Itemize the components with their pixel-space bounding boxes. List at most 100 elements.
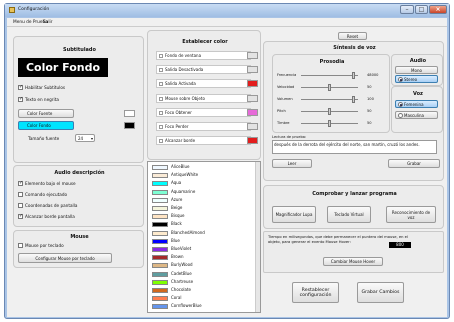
color-list-item[interactable]: CadetBlue xyxy=(150,271,250,278)
slider-thumb[interactable] xyxy=(328,84,331,91)
color-list-item[interactable]: Blue xyxy=(150,238,250,245)
reset-button[interactable]: Reset xyxy=(338,32,367,40)
elemento-bajo-mouse-checkbox[interactable] xyxy=(18,180,23,186)
slider-value: 100 xyxy=(367,97,374,101)
masculina-radio xyxy=(398,113,403,118)
femenina-radio xyxy=(398,102,403,107)
color-list-item[interactable]: Chartreuse xyxy=(150,279,250,286)
alcanzar-borde-label: Alcanzar borde pantalla xyxy=(25,214,75,219)
grabar-voz-button[interactable]: Grabar xyxy=(388,159,440,168)
color-fuente-button[interactable]: Color Fuente xyxy=(18,109,74,118)
teclado-virtual-button[interactable]: Teclado Virtual xyxy=(327,206,371,223)
color-list-label: BlueViolet xyxy=(171,246,192,251)
slider-thumb[interactable] xyxy=(328,108,331,115)
color-list-item[interactable]: AliceBlue xyxy=(150,164,250,171)
color-row-checkbox[interactable] xyxy=(159,125,163,129)
lectura-label: Lectura de prueba: xyxy=(272,135,307,139)
slider-thumb[interactable] xyxy=(328,120,331,127)
minimize-button[interactable]: – xyxy=(400,5,414,14)
mono-button[interactable]: Mono xyxy=(395,66,438,74)
color-list-item[interactable]: AntiqueWhite xyxy=(150,172,250,179)
color-list-item[interactable]: BlueViolet xyxy=(150,246,250,253)
color-row-checkbox[interactable] xyxy=(159,139,163,144)
menu-salir[interactable]: Salir xyxy=(43,20,53,25)
chevron-down-icon: ▾ xyxy=(90,135,93,141)
grabar-cambios-button[interactable]: Grabar Cambios xyxy=(357,282,404,303)
magnificador-lupa-button[interactable]: Magnificador Lupa xyxy=(272,206,316,223)
color-list-item[interactable]: CornflowerBlue xyxy=(150,303,250,310)
femenina-button[interactable]: Femenina xyxy=(395,100,438,108)
lectura-textarea[interactable]: después de la derrota del ejército del n… xyxy=(272,140,437,154)
configurar-mouse-button[interactable]: Configurar Mouse por teclado xyxy=(18,253,112,263)
masculina-button[interactable]: Masculina xyxy=(395,111,438,119)
color-list-item[interactable]: BurlyWood xyxy=(150,262,250,269)
color-list-item[interactable]: Azure xyxy=(150,197,250,204)
color-list-item[interactable]: Bisque xyxy=(150,213,250,220)
color-row-checkbox[interactable] xyxy=(159,68,163,73)
color-row[interactable]: Salida Activada xyxy=(156,79,251,89)
close-button[interactable]: × xyxy=(429,5,447,14)
color-list[interactable]: AliceBlue AntiqueWhite Aqua Aquamarine Azure… xyxy=(147,161,261,313)
habilitar-subtitulos-checkbox[interactable] xyxy=(18,84,23,90)
elemento-bajo-mouse-label: Elemento bajo el mouse xyxy=(25,181,76,186)
slider-track[interactable] xyxy=(301,96,358,103)
comando-ejecutado-checkbox[interactable] xyxy=(18,192,23,197)
slider-track[interactable] xyxy=(301,72,358,79)
font-size-select[interactable]: 24 ▾ xyxy=(75,134,95,142)
color-row[interactable]: Foco Obtener xyxy=(156,107,251,117)
texto-negrita-checkbox[interactable] xyxy=(18,96,23,102)
subtitulado-header: Subtitulado xyxy=(63,47,96,53)
color-fondo-swatch xyxy=(124,122,135,129)
color-list-item[interactable]: BlanchedAlmond xyxy=(150,230,250,237)
color-row-checkbox[interactable] xyxy=(159,110,163,115)
mouse-teclado-checkbox[interactable] xyxy=(18,243,23,248)
color-list-swatch xyxy=(152,263,168,269)
color-row-checkbox[interactable] xyxy=(159,82,163,87)
slider-track[interactable] xyxy=(301,108,358,115)
alcanzar-borde-checkbox[interactable] xyxy=(18,213,23,219)
mouse-panel: Mouse Mouse por teclado Configurar Mouse… xyxy=(13,230,144,268)
color-row[interactable]: Foco Perder xyxy=(156,122,251,131)
color-list-item[interactable]: Coral xyxy=(150,295,250,302)
color-list-label: Aqua xyxy=(171,180,182,186)
color-list-swatch xyxy=(152,296,168,302)
stereo-button[interactable]: Stereo xyxy=(395,75,438,83)
color-list-item[interactable]: Brown xyxy=(150,254,250,261)
color-row[interactable]: Mouse sobre Objeto xyxy=(156,93,251,103)
cambiar-mouse-hover-button[interactable]: Cambiar Mouse Hover xyxy=(323,257,383,266)
coordenadas-pantalla-checkbox[interactable] xyxy=(18,203,23,208)
slider-thumb[interactable] xyxy=(352,72,356,79)
habilitar-subtitulos-label: Habilitar Subtitulos xyxy=(25,85,66,90)
color-list-label: CadetBlue xyxy=(171,270,192,276)
color-row-swatch xyxy=(247,52,258,59)
color-row-checkbox[interactable] xyxy=(159,96,163,101)
slider-thumb[interactable] xyxy=(352,96,356,103)
color-fondo-button[interactable]: Color Fondo xyxy=(18,121,74,130)
color-list-item[interactable]: Black xyxy=(150,221,250,228)
color-row[interactable]: Alcanzar borde xyxy=(156,136,251,146)
color-list-swatch xyxy=(152,279,168,285)
slider-label: Volumen xyxy=(277,97,293,101)
color-row[interactable]: Fondo de ventana xyxy=(156,51,251,60)
maximize-button[interactable]: □ xyxy=(415,5,428,14)
restablecer-button[interactable]: Restablecer configuración xyxy=(292,282,339,303)
audio-header: Audio xyxy=(409,58,427,64)
color-list-swatch xyxy=(152,181,168,187)
color-list-item[interactable]: Aqua xyxy=(150,180,250,187)
color-list-item[interactable]: Beige xyxy=(150,205,250,212)
color-list-item[interactable]: Aquamarine xyxy=(150,189,250,196)
color-list-scrollbar[interactable] xyxy=(255,162,260,312)
color-row-checkbox[interactable] xyxy=(159,54,163,58)
slider-track[interactable] xyxy=(301,120,358,127)
leer-button[interactable]: Leer xyxy=(272,159,312,168)
color-list-label: Blue xyxy=(171,237,180,243)
color-row[interactable]: Salida Desactivada xyxy=(156,65,251,75)
color-list-item[interactable]: Chocolate xyxy=(150,287,250,294)
stereo-radio xyxy=(398,77,403,82)
reconocimiento-voz-button[interactable]: Reconocimiento de voz xyxy=(386,206,436,223)
main-window: Configuración – □ × Menu de Prueba Salir… xyxy=(4,3,450,319)
slider-track[interactable] xyxy=(301,84,358,91)
color-list-label: Chocolate xyxy=(171,287,192,292)
mouse-hover-value[interactable]: 800 xyxy=(389,242,411,248)
subtitulado-panel: Subtitulado Color Fondo Habilitar Subtit… xyxy=(13,36,144,163)
